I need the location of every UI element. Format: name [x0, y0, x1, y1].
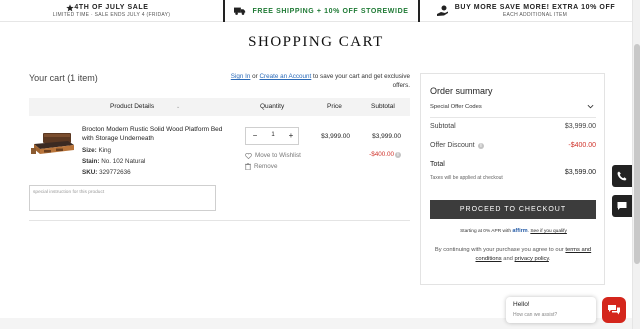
signin-link[interactable]: Sign In: [231, 73, 251, 80]
see-if-qualify-link[interactable]: See if you qualify: [530, 229, 567, 234]
privacy-link[interactable]: privacy policy: [515, 256, 549, 262]
stain-label: Stain:: [82, 158, 100, 165]
info-icon[interactable]: i: [395, 152, 401, 158]
sku-value: 329772636: [99, 169, 131, 176]
sku-label: SKU:: [82, 169, 98, 176]
summary-total-value: $3,599.00: [564, 169, 596, 176]
item-subtotal: $3,999.00: [372, 133, 401, 140]
chat-prompt: How can we assist?: [513, 312, 558, 318]
chat-greeting[interactable]: Hello! How can we assist?: [506, 297, 596, 323]
promo-july-sale[interactable]: 4TH OF JULY SALE LIMITED TIME · SALE END…: [0, 0, 223, 22]
summary-discount: Offer Discount -$400.00: [430, 142, 596, 149]
chat-button[interactable]: [602, 297, 626, 323]
message-button[interactable]: [612, 195, 632, 217]
promo-shipping-text: FREE SHIPPING + 10% OFF STOREWIDE: [252, 7, 409, 15]
message-icon: [617, 202, 627, 210]
affirm-financing: Starting at 0% APR with affirm. See if y…: [460, 228, 567, 234]
summary-subtotal-value: $3,999.00: [564, 123, 596, 130]
promo-buy-more[interactable]: BUY MORE SAVE MORE! EXTRA 10% OFF EACH A…: [418, 0, 632, 22]
chat-icon: [608, 305, 620, 315]
terms-and: and: [503, 256, 513, 262]
product-sku: SKU: 329772636: [82, 169, 131, 176]
cart-table-header: Product Details ⌄ Quantity Price Subtota…: [29, 98, 410, 116]
product-name[interactable]: Brocton Modern Rustic Solid Wood Platfor…: [82, 125, 232, 143]
special-offer-codes-label: Special Offer Codes: [430, 104, 482, 110]
wishlist-label: Move to Wishlist: [255, 152, 301, 159]
trash-icon: [245, 163, 251, 170]
header-quantity: Quantity: [260, 103, 285, 110]
promo-save-title: BUY MORE SAVE MORE! EXTRA 10% OFF: [454, 4, 616, 11]
summary-title: Order summary: [430, 86, 493, 96]
tax-note: Taxes will be applied at checkout: [430, 175, 503, 181]
summary-total: Total $3,599.00: [430, 161, 596, 176]
remove-button[interactable]: Remove: [245, 163, 277, 170]
size-value: King: [98, 147, 112, 154]
quantity-stepper: − 1 +: [245, 127, 299, 145]
item-discount: -$400.00: [369, 151, 394, 158]
move-to-wishlist-button[interactable]: Move to Wishlist: [245, 152, 301, 159]
stain-value: No. 102 Natural: [101, 158, 146, 165]
remove-label: Remove: [254, 163, 278, 170]
heart-icon: [245, 152, 252, 159]
promo-july-sub: LIMITED TIME · SALE ENDS JULY 4 (FRIDAY): [52, 12, 171, 18]
phone-icon: [617, 171, 627, 181]
item-price: $3,999.00: [321, 133, 350, 140]
terms-period: .: [548, 256, 551, 262]
header-price: Price: [327, 103, 342, 110]
order-summary: Order summary Special Offer Codes Subtot…: [420, 73, 605, 285]
scrollbar-thumb[interactable]: [634, 44, 640, 264]
truck-icon: [234, 7, 246, 15]
product-image[interactable]: [30, 128, 76, 160]
promo-bar: 4TH OF JULY SALE LIMITED TIME · SALE END…: [0, 0, 632, 22]
special-instruction-input[interactable]: special instruction for this product: [29, 185, 216, 211]
terms-prefix: By continuing with your purchase you agr…: [434, 247, 564, 253]
header-subtotal: Subtotal: [371, 103, 395, 110]
apr-text: Starting at 0% APR with: [460, 229, 512, 234]
chat-hello: Hello!: [513, 301, 530, 308]
page-title: SHOPPING CART: [248, 34, 384, 50]
sort-caret-icon: ⌄: [176, 104, 181, 110]
signin-note: Sign In or Create an Account to save you…: [212, 72, 410, 90]
summary-total-label: Total: [430, 161, 445, 168]
product-size: Size: King: [82, 147, 111, 154]
special-offer-codes-toggle[interactable]: Special Offer Codes: [430, 104, 596, 110]
or-text: or: [252, 73, 258, 80]
summary-separator: [430, 117, 596, 118]
signin-rest-text: to save your cart and get exclusive offe…: [313, 73, 410, 89]
product-stain: Stain: No. 102 Natural: [82, 158, 145, 165]
affirm-logo: affirm: [512, 228, 528, 234]
qty-minus-button[interactable]: −: [248, 130, 262, 142]
divider: [29, 220, 410, 221]
promo-save-sub: EACH ADDITIONAL ITEM: [502, 12, 568, 18]
cart-count: Your cart (1 item): [29, 73, 98, 83]
summary-subtotal: Subtotal $3,999.00: [430, 123, 596, 130]
info-icon[interactable]: i: [478, 143, 484, 149]
phone-button[interactable]: [612, 165, 632, 187]
terms-note: By continuing with your purchase you agr…: [430, 246, 596, 264]
qty-value[interactable]: 1: [265, 132, 281, 138]
qty-plus-button[interactable]: +: [284, 130, 298, 142]
summary-discount-label: Offer Discount: [430, 142, 475, 149]
hand-money-icon: [436, 5, 448, 16]
summary-discount-value: -$400.00: [568, 142, 596, 149]
create-account-link[interactable]: Create an Account: [259, 73, 311, 80]
size-label: Size:: [82, 147, 97, 154]
star-icon: [66, 4, 74, 12]
chevron-down-icon: [587, 104, 594, 109]
promo-shipping[interactable]: FREE SHIPPING + 10% OFF STOREWIDE: [223, 0, 418, 22]
page-scrollbar[interactable]: [632, 0, 640, 329]
proceed-to-checkout-button[interactable]: PROCEED TO CHECKOUT: [430, 200, 596, 219]
summary-subtotal-label: Subtotal: [430, 123, 456, 130]
header-product: Product Details: [110, 103, 155, 110]
